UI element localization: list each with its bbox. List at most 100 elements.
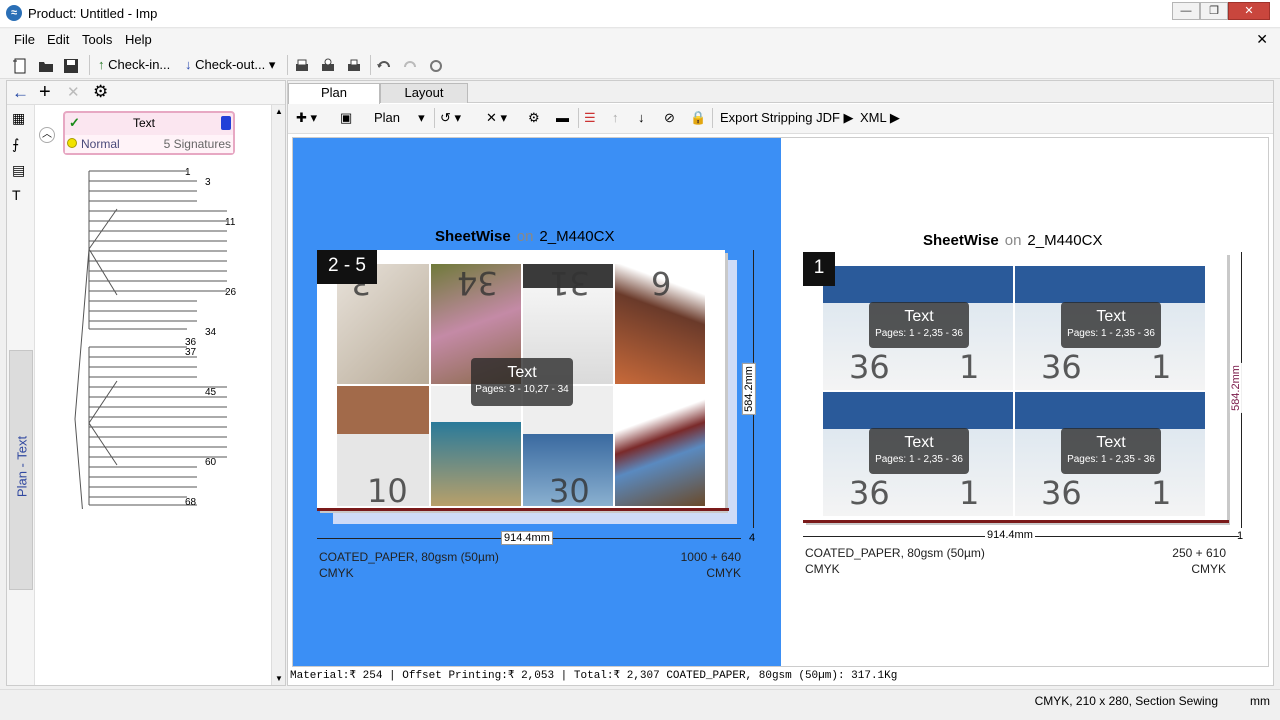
save-icon[interactable]	[63, 55, 79, 75]
sheet-b-title: SheetWise on 2_M440CX	[923, 232, 1102, 249]
tree-scrollbar[interactable]: ▲ ▼	[271, 105, 285, 685]
sheet-a-material: COATED_PAPER, 80gsm (50µm)	[319, 550, 499, 564]
rotate-icon[interactable]: ↺ ▾	[440, 108, 461, 128]
duplicate-icon[interactable]: ▣	[340, 108, 352, 128]
page-number: 31	[549, 264, 590, 302]
xml-button[interactable]: XML ▶	[860, 108, 900, 128]
menu-edit[interactable]: Edit	[47, 32, 69, 47]
page-number: 1	[959, 474, 980, 512]
tree-label: 45	[205, 387, 217, 398]
print-preview-icon[interactable]	[320, 55, 336, 75]
signature-label-pages: Pages: 1 - 2,35 - 36	[1067, 454, 1155, 465]
sheet-b-height: 584.2mm	[1229, 363, 1242, 413]
signature-label-pages: Pages: 1 - 2,35 - 36	[875, 328, 963, 339]
signature-label[interactable]: Text Pages: 3 - 10,27 - 34	[471, 358, 573, 406]
sheet-a-on: on	[516, 228, 534, 245]
tab-layout[interactable]: Layout	[380, 83, 468, 103]
collapse-icon[interactable]: ︿	[39, 127, 55, 143]
sheet-a-height: 584.2mm	[741, 363, 756, 415]
export-jdf-button[interactable]: Export Stripping JDF ▶	[720, 108, 854, 128]
menu-tools[interactable]: Tools	[82, 32, 112, 47]
signature-label-pages: Pages: 3 - 10,27 - 34	[475, 384, 569, 395]
maximize-button[interactable]: ❐	[1200, 2, 1228, 20]
job-status: Normal	[81, 137, 120, 151]
status-info: CMYK, 210 x 280, Section Sewing	[1034, 694, 1218, 708]
tree-label: 1	[185, 167, 191, 178]
sheet-a-qty: 1000 + 640	[680, 550, 741, 564]
scroll-up-icon: ▲	[275, 107, 283, 116]
sheet-b-device: 2_M440CX	[1027, 232, 1103, 249]
close-window-button[interactable]: ✕	[1228, 2, 1270, 20]
back-arrow-icon[interactable]: ←	[12, 83, 29, 103]
move-up-icon[interactable]: ↑	[612, 108, 619, 128]
menu-help[interactable]: Help	[125, 32, 152, 47]
refresh-icon[interactable]	[428, 55, 444, 75]
page-thumbnail	[615, 386, 705, 506]
formula-icon[interactable]: ⨍	[12, 136, 19, 153]
unit-selector[interactable]: mm	[1250, 694, 1270, 708]
text-tool-icon[interactable]: T	[12, 187, 21, 203]
signature-label[interactable]: Text Pages: 1 - 2,35 - 36	[1061, 302, 1161, 348]
page-number: 36	[849, 348, 890, 386]
print-settings-icon[interactable]	[346, 55, 362, 75]
plan-text-side-tab[interactable]: Plan - Text	[9, 350, 33, 590]
add-sheet-icon[interactable]: ✚ ▾	[296, 108, 317, 128]
job-card[interactable]: ✓ Text Normal 5 Signatures	[63, 111, 235, 155]
delete-icon[interactable]: ✕ ▾	[486, 108, 507, 128]
signature-label[interactable]: Text Pages: 1 - 2,35 - 36	[869, 302, 969, 348]
job-signatures: 5 Signatures	[163, 137, 231, 151]
printer-icon[interactable]: ▤	[12, 162, 25, 179]
sheet-a-device: 2_M440CX	[539, 228, 615, 245]
plan-canvas: SheetWiseon2_M440CX 3 34 31 6 10 30 Text	[292, 137, 1269, 667]
job-tree-panel: ← + ✕ ⚙ ▦ ⨍ ▤ T Plan - Text ︿ ✓ Text Nor…	[6, 80, 286, 686]
tree-label: 68	[185, 497, 197, 508]
sheet-b-qty: 250 + 610	[1172, 546, 1226, 560]
open-folder-icon[interactable]	[38, 55, 54, 75]
layers-icon[interactable]: ▬	[556, 108, 569, 128]
minimize-button[interactable]: —	[1172, 2, 1200, 20]
signature-label[interactable]: Text Pages: 1 - 2,35 - 36	[869, 428, 969, 474]
plan-select[interactable]: Plan ▾	[374, 108, 425, 128]
sheet-a-selected-bg[interactable]: SheetWiseon2_M440CX 3 34 31 6 10 30 Text	[293, 138, 781, 666]
page-number: 1	[959, 348, 980, 386]
signature-label-pages: Pages: 1 - 2,35 - 36	[875, 454, 963, 465]
job-card-header: ✓ Text	[67, 115, 231, 133]
menu-file[interactable]: File	[14, 32, 35, 47]
settings-gear-icon[interactable]: ⚙	[93, 82, 108, 102]
page-number: 1	[1151, 474, 1172, 512]
new-document-icon[interactable]	[12, 55, 28, 75]
remove-icon[interactable]: ✕	[67, 83, 80, 101]
document-close-icon[interactable]: ✕	[1256, 31, 1268, 48]
lock-icon[interactable]: 🔒	[690, 108, 706, 128]
status-bar: CMYK, 210 x 280, Section Sewing mm	[0, 689, 1280, 720]
table-icon[interactable]: ☰	[584, 108, 596, 128]
signature-label-pages: Pages: 1 - 2,35 - 36	[1067, 328, 1155, 339]
color-swatch	[221, 116, 231, 130]
check-in-button[interactable]: ↑ Check-in...	[98, 55, 170, 75]
check-out-button[interactable]: ↓ Check-out... ▾	[185, 55, 275, 75]
app-icon: ≈	[6, 5, 22, 21]
check-in-label: Check-in...	[108, 57, 171, 72]
tree-label: 37	[185, 347, 197, 358]
print-icon[interactable]	[294, 55, 310, 75]
tools-icon[interactable]: ⚙	[528, 108, 540, 128]
add-icon[interactable]: +	[39, 81, 51, 104]
status-dot-icon	[67, 138, 77, 148]
redo-icon[interactable]	[402, 55, 418, 75]
film-icon[interactable]: ▦	[12, 110, 25, 127]
page-number: 1	[1151, 348, 1172, 386]
tree-label: 26	[225, 287, 237, 298]
tab-plan[interactable]: Plan	[288, 83, 380, 104]
undo-icon[interactable]	[376, 55, 392, 75]
scroll-down-icon: ▼	[275, 674, 283, 683]
tree-label: 11	[225, 217, 236, 228]
side-tab-label: Plan - Text	[14, 435, 30, 498]
signature-label-title: Text	[904, 434, 934, 451]
signature-label[interactable]: Text Pages: 1 - 2,35 - 36	[1061, 428, 1161, 474]
gripper-line	[803, 520, 1229, 523]
move-down-icon[interactable]: ↓	[638, 108, 645, 128]
sheet-b-paper[interactable]: 36 1 36 1 36 1 36 1 Text Pages: 1 - 2,35…	[803, 252, 1227, 522]
disable-icon[interactable]: ⊘	[664, 108, 675, 128]
job-card-footer: Normal 5 Signatures	[65, 135, 233, 153]
sheet-b-on: on	[1004, 232, 1022, 249]
